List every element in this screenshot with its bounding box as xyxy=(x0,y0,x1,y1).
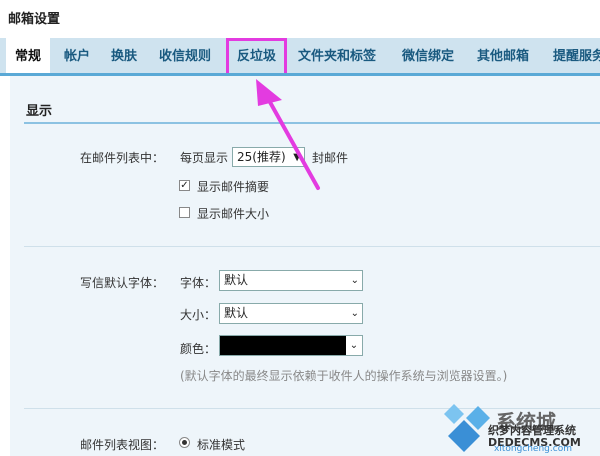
annotation-arrow-icon xyxy=(256,79,320,190)
watermark-url: xitongcheng.com xyxy=(494,444,572,454)
